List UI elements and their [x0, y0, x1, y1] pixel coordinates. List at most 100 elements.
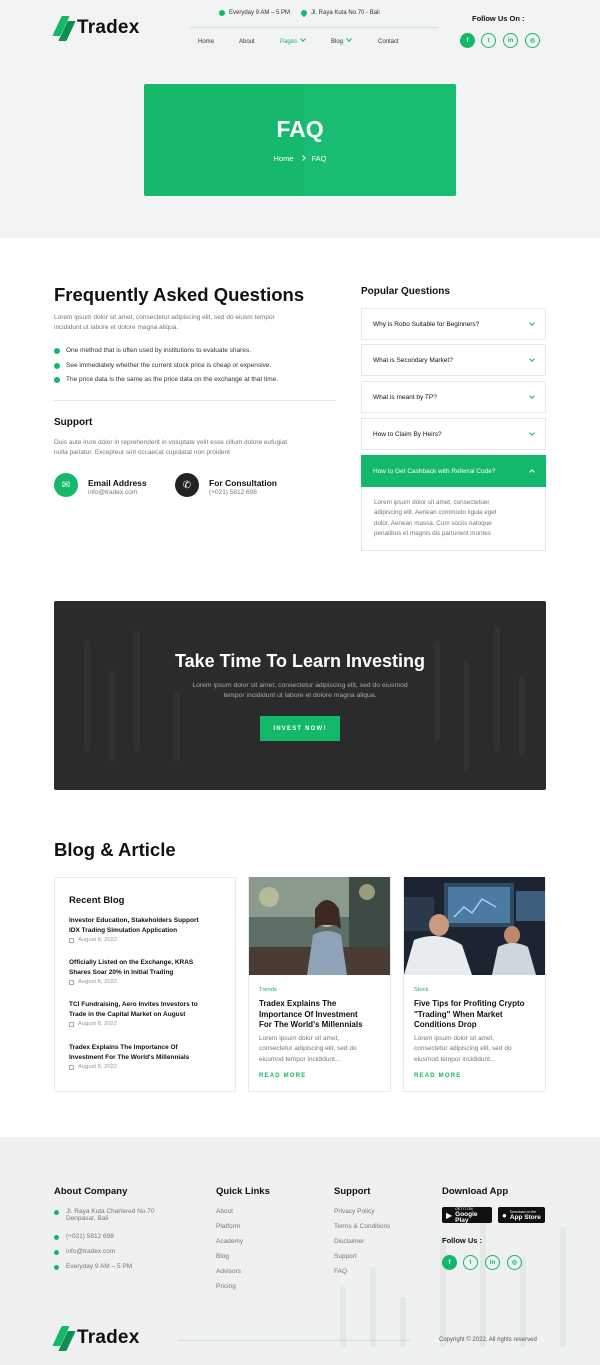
calendar-icon [69, 1021, 74, 1027]
clock-icon [219, 10, 225, 16]
faq-question-cashback[interactable]: How to Get Cashback with Referral Code? [361, 455, 546, 487]
trading-screens-image [404, 877, 545, 975]
phone-icon: ✆ [175, 473, 199, 497]
footer-link-platform[interactable]: Platform [216, 1223, 240, 1230]
footer-link-academy[interactable]: Academy [216, 1238, 243, 1245]
footer-link-faq[interactable]: FAQ [334, 1268, 347, 1275]
faq-question-heirs[interactable]: How to Claim By Heirs? [361, 418, 546, 450]
blog-post-image[interactable] [249, 877, 390, 975]
twitter-icon[interactable]: t [481, 33, 496, 48]
nav-contact[interactable]: Contact [378, 39, 399, 45]
google-play-button[interactable]: ▶ GET IT ON Google Play [442, 1207, 492, 1224]
app-store-button[interactable]: ● Download on the App Store [498, 1207, 545, 1223]
support-title: Support [54, 417, 93, 428]
faq-question-secondary-market[interactable]: What is Secondary Market? [361, 344, 546, 376]
footer-link-advisors[interactable]: Advisors [216, 1268, 241, 1275]
follow-label: Follow Us On : [472, 14, 525, 23]
linkedin-icon[interactable]: in [503, 33, 518, 48]
faq-question-robo[interactable]: Why is Robo Suitable for Beginners? [361, 308, 546, 340]
post-title[interactable]: Five Tips for Profiting Crypto "Trading" … [414, 999, 539, 1031]
chevron-down-icon [346, 36, 352, 42]
nav-home[interactable]: Home [198, 39, 214, 45]
header-divider [190, 27, 438, 28]
footer-link-terms[interactable]: Terms & Conditions [334, 1223, 390, 1230]
footer: About Company Jl. Raya Kuta Chartered No… [0, 1137, 600, 1365]
footer-phone[interactable]: (+021) 5812 698 [54, 1233, 114, 1240]
check-icon [54, 347, 60, 354]
faq-title: Frequently Asked Questions [54, 284, 305, 305]
invest-now-button[interactable]: INVEST NOW! [260, 716, 340, 741]
footer-link-privacy[interactable]: Privacy Policy [334, 1208, 374, 1215]
cta-text: Lorem ipsum dolor sit amet, consectetur … [192, 682, 408, 699]
email-label: Email Address [88, 478, 147, 488]
footer-about-title: About Company [54, 1186, 128, 1197]
footer-link-support[interactable]: Support [334, 1253, 357, 1260]
post-date: August 8, 2022 [69, 937, 117, 943]
breadcrumb-home[interactable]: Home [273, 154, 293, 163]
chevron-down-icon [529, 393, 535, 399]
breadcrumb-current: FAQ [311, 154, 327, 163]
check-item: The price data is the same as the price … [54, 376, 278, 383]
header-hours: Everyday 9 AM – 5 PM [219, 10, 290, 16]
header-address: Jl. Raya Kuta No.70 - Bali [299, 8, 380, 18]
read-more-link[interactable]: READ MORE [259, 1073, 306, 1079]
nav-pages[interactable]: Pages [280, 36, 306, 45]
linkedin-icon[interactable]: in [485, 1255, 500, 1270]
recent-blog-link[interactable]: Officially Listed on the Exchange, KRAS S… [69, 958, 224, 978]
post-date: August 8, 2022 [69, 1064, 117, 1070]
chevron-up-icon [529, 469, 535, 475]
post-date: August 8, 2022 [69, 1021, 117, 1027]
footer-quick-title: Quick Links [216, 1186, 270, 1197]
location-icon [299, 8, 309, 18]
page-banner: FAQ Home FAQ [144, 84, 456, 196]
post-tag[interactable]: Trends [259, 987, 277, 993]
footer-email[interactable]: info@tradex.com [54, 1248, 115, 1255]
recent-blog-title: Recent Blog [69, 895, 125, 906]
woman-photo-image [249, 877, 390, 975]
faq-divider [54, 400, 336, 401]
facebook-icon[interactable]: f [442, 1255, 457, 1270]
copyright: Copyright © 2022. All rights reserved [439, 1337, 537, 1343]
header-logo[interactable]: Tradex [54, 16, 139, 40]
read-more-link[interactable]: READ MORE [414, 1073, 461, 1079]
check-item: One method that is often used by institu… [54, 347, 251, 354]
post-tag[interactable]: Stock [414, 987, 429, 993]
footer-address: Jl. Raya Kuta Chartered No.70 Denpasar, B… [54, 1208, 155, 1222]
breadcrumb: Home FAQ [144, 154, 456, 163]
faq-question-tp[interactable]: What is meant by TP? [361, 381, 546, 413]
check-icon [54, 376, 60, 383]
consult-value[interactable]: (+021) 5812 698 [209, 489, 257, 496]
footer-link-blog[interactable]: Blog [216, 1253, 229, 1260]
nav-about[interactable]: About [239, 39, 255, 45]
instagram-icon[interactable]: ◎ [525, 33, 540, 48]
faq-answer: Lorem ipsum dolor sit amet, consectetuer… [361, 487, 546, 551]
location-icon [54, 1210, 59, 1215]
twitter-icon[interactable]: t [463, 1255, 478, 1270]
footer-link-disclaimer[interactable]: Disclaimer [334, 1238, 364, 1245]
instagram-icon[interactable]: ◎ [507, 1255, 522, 1270]
clock-icon [54, 1265, 59, 1270]
post-title[interactable]: Tradex Explains The Importance Of Investm… [259, 999, 384, 1031]
page-title: FAQ [276, 116, 324, 142]
hero-section: Tradex Everyday 9 AM – 5 PM Jl. Raya Kut… [0, 0, 600, 238]
nav-blog[interactable]: Blog [331, 36, 352, 45]
chevron-right-icon [299, 155, 306, 161]
email-value[interactable]: info@tradex.com [88, 489, 137, 496]
footer-link-pricing[interactable]: Pricing [216, 1283, 236, 1290]
blog-post-image[interactable] [404, 877, 545, 975]
facebook-icon[interactable]: f [460, 33, 475, 48]
chevron-down-icon [529, 430, 535, 436]
logo-icon [54, 16, 72, 40]
footer-logo[interactable]: Tradex [54, 1326, 139, 1350]
phone-icon [54, 1235, 59, 1240]
recent-blog-link[interactable]: Investor Education, Stakeholders Support… [69, 916, 224, 936]
recent-blog-link[interactable]: Tradex Explains The Importance Of Investm… [69, 1043, 224, 1063]
footer-hours: Everyday 9 AM – 5 PM [54, 1263, 132, 1270]
calendar-icon [69, 937, 74, 943]
logo-icon [54, 1326, 72, 1350]
footer-download-title: Download App [442, 1186, 509, 1197]
recent-blog-link[interactable]: TCI Fundraising, Aero Invites Investors … [69, 1000, 224, 1020]
faq-intro: Lorem ipsum dolor sit amet, consectetur … [54, 314, 275, 331]
footer-follow-label: Follow Us : [442, 1236, 482, 1245]
footer-link-about[interactable]: About [216, 1208, 233, 1215]
